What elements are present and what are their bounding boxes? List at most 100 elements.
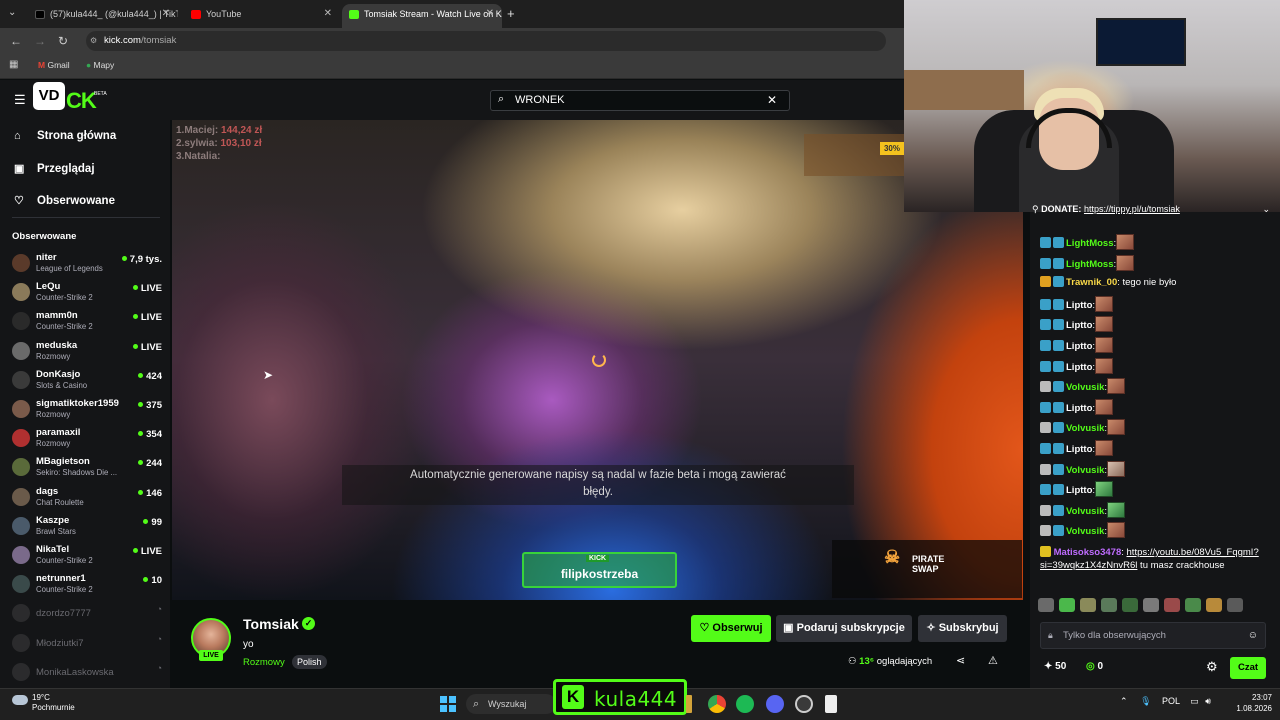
sidebar-channel[interactable]: niter League of Legends 7,9 tys. (10, 250, 162, 278)
bookmark-maps[interactable]: ● Mapy (86, 60, 114, 70)
channel-points[interactable]: ✦ 50 (1044, 661, 1066, 672)
send-chat-button[interactable]: Czat (1230, 657, 1266, 679)
chevron-up-icon[interactable]: ⌃ (1120, 696, 1128, 706)
sidebar-channel[interactable]: DonKasjo Slots & Casino 424 (10, 367, 162, 395)
donate-link[interactable]: https://tippy.pl/u/tomsiak (1084, 204, 1180, 214)
apps-grid-icon[interactable]: ▦ (9, 59, 18, 70)
weather-widget[interactable]: 19°C Pochmurnie (12, 693, 75, 713)
hamburger-menu-icon[interactable]: ☰ (14, 92, 26, 108)
sidebar-channel[interactable]: sigmatiktoker1959 Rozmowy 375 (10, 396, 162, 424)
tab-list-dropdown[interactable]: ⌄ (8, 7, 16, 18)
follow-button[interactable]: ♡ Obserwuj (691, 615, 771, 642)
chat-username[interactable]: Volvusik (1066, 526, 1104, 537)
chrome-icon[interactable] (708, 695, 726, 713)
kick-logo[interactable]: CK (66, 88, 97, 114)
bookmark-gmail[interactable]: M Gmail (38, 60, 70, 70)
sidebar-channel[interactable]: LeQu Counter-Strike 2 LIVE (10, 279, 162, 307)
sidebar-channel[interactable]: dags Chat Roulette 146 (10, 484, 162, 512)
nav-home[interactable]: ⌂ Strona główna (14, 130, 116, 142)
donate-label: DONATE: (1041, 204, 1082, 214)
chat-username[interactable]: LightMoss (1066, 259, 1114, 270)
site-info-icon[interactable]: ⚙ (90, 31, 97, 51)
channel-avatar (12, 662, 30, 681)
chat-username[interactable]: Liptto (1066, 341, 1092, 352)
network-icon[interactable]: ▭ (1190, 696, 1199, 706)
chat-username[interactable]: Matisokso3478 (1054, 547, 1122, 558)
sidebar-channel[interactable]: Kaszpe Brawl Stars 99 (10, 513, 162, 541)
chat-username[interactable]: Trawnik_00 (1066, 277, 1117, 288)
close-tab-icon[interactable]: ✕ (486, 4, 494, 24)
sidebar-channel[interactable]: netrunner1 Counter-Strike 2 10 (10, 571, 162, 599)
emote-picker-icon[interactable]: ☺ (1248, 623, 1258, 648)
explorer-icon[interactable] (686, 695, 692, 713)
chat-username[interactable]: Liptto (1066, 300, 1092, 311)
chat-username[interactable]: LightMoss (1066, 238, 1114, 249)
discord-icon[interactable] (766, 695, 784, 713)
chat-username[interactable]: Volvusik (1066, 382, 1104, 393)
search-input[interactable]: ⌕ WRONEK ✕ (490, 90, 790, 111)
nav-browse[interactable]: ▣ Przeglądaj (14, 162, 95, 175)
kicks-balance[interactable]: ◎ 0 (1086, 661, 1103, 672)
chat-username[interactable]: Liptto (1066, 362, 1092, 373)
chat-input[interactable]: 🔒︎ Tylko dla obserwujących ☺ (1040, 622, 1266, 649)
new-tab-button[interactable]: + (507, 6, 515, 21)
video-player[interactable]: 1.Maciej: 144,24 zł 2.sylwia: 103,10 zł … (172, 120, 1023, 600)
sidebar-channel[interactable]: dzordzo7777 ◔ (10, 600, 162, 628)
sidebar-channel[interactable]: mamm0n Counter-Strike 2 LIVE (10, 308, 162, 336)
sidebar-channel[interactable]: NikaTel Counter-Strike 2 LIVE (10, 542, 162, 570)
stream-category[interactable]: Rozmowy (243, 657, 285, 668)
report-icon[interactable]: ⚠ (988, 654, 998, 667)
sidebar-channel[interactable]: MonikaLaskowska ◔ (10, 659, 162, 687)
back-icon[interactable]: ← (10, 34, 22, 48)
chat-username[interactable]: Liptto (1066, 485, 1092, 496)
channel-name: meduska (36, 339, 78, 351)
emote-icon[interactable] (1080, 598, 1096, 612)
spotify-icon[interactable] (736, 695, 754, 713)
emote-icon[interactable] (1185, 598, 1201, 612)
chevron-down-icon[interactable]: ⌄ (1262, 204, 1270, 215)
emote-icon[interactable] (1227, 598, 1243, 612)
windows-start-icon[interactable] (440, 696, 456, 712)
streamer-name[interactable]: Tomsiak (243, 616, 299, 632)
forward-icon[interactable]: → (34, 34, 46, 48)
taskbar-search[interactable]: ⌕ Wyszukaj (466, 694, 556, 714)
microphone-icon[interactable]: 🎙︎ (1140, 696, 1151, 706)
emote-icon[interactable] (1101, 598, 1117, 612)
tab-tiktok[interactable]: (57)kula444_ (@kula444_) | TikTok ✕ (28, 4, 178, 28)
share-icon[interactable]: ⋖ (956, 654, 965, 667)
emote-icon[interactable] (1038, 598, 1054, 612)
notepad-icon[interactable] (825, 695, 837, 713)
clear-search-icon[interactable]: ✕ (767, 93, 777, 107)
close-tab-icon[interactable]: ✕ (162, 4, 170, 24)
sidebar-channel[interactable]: Młodziutki7 ◔ (10, 630, 162, 658)
language-tag[interactable]: Polish (292, 655, 327, 669)
chat-username[interactable]: Volvusik (1066, 465, 1104, 476)
url-field[interactable]: ⚙ kick.com/tomsiak (86, 31, 886, 51)
tab-youtube[interactable]: YouTube ✕ (184, 4, 340, 28)
chat-username[interactable]: Liptto (1066, 444, 1092, 455)
emote-icon[interactable] (1206, 598, 1222, 612)
volume-icon[interactable]: 🔊︎ (1205, 696, 1211, 706)
obs-icon[interactable] (795, 695, 813, 713)
sidebar-channel[interactable]: meduska Rozmowy LIVE (10, 338, 162, 366)
language-indicator[interactable]: POL (1162, 696, 1180, 706)
emote-icon[interactable] (1059, 598, 1075, 612)
subscribe-button[interactable]: ✧ Subskrybuj (918, 615, 1007, 642)
gear-icon[interactable]: ⚙ (1206, 659, 1218, 675)
chat-username[interactable]: Liptto (1066, 320, 1092, 331)
chat-username[interactable]: Liptto (1066, 403, 1092, 414)
gift-subs-button[interactable]: ▣ Podaruj subskrypcje (776, 615, 912, 642)
chat-username[interactable]: Volvusik (1066, 423, 1104, 434)
emote-icon[interactable] (1143, 598, 1159, 612)
nav-following[interactable]: ♡ Obserwowane (14, 194, 115, 207)
sidebar-channel[interactable]: MBagietson Sekiro: Shadows Die ... 244 (10, 454, 162, 482)
clock[interactable]: 23:07 1.08.2026 (1232, 692, 1272, 714)
emote-icon[interactable] (1122, 598, 1138, 612)
emote-icon[interactable] (1164, 598, 1180, 612)
reload-icon[interactable]: ↻ (58, 34, 68, 48)
viewer-count: ⚇ 13⁶ oglądających (848, 656, 932, 667)
tab-kick[interactable]: Tomsiak Stream - Watch Live on Kick ✕ (342, 4, 502, 28)
chat-username[interactable]: Volvusik (1066, 506, 1104, 517)
sidebar-channel[interactable]: paramaxil Rozmowy 354 (10, 425, 162, 453)
close-tab-icon[interactable]: ✕ (324, 4, 332, 24)
